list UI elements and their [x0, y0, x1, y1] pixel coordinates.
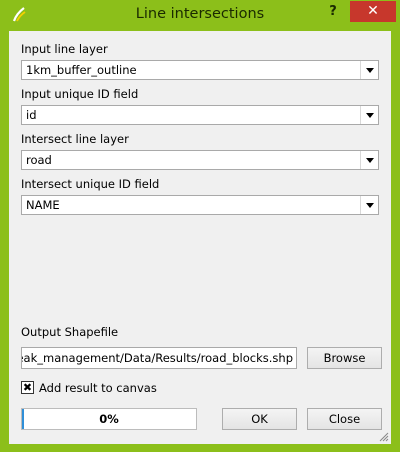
close-button[interactable]: Close	[307, 408, 382, 430]
input-unique-id-value: id	[26, 108, 37, 122]
output-path-value: e_outbreak_management/Data/Results/road_…	[22, 351, 293, 365]
intersect-line-layer-label: Intersect line layer	[21, 132, 129, 146]
intersect-unique-id-combo[interactable]: NAME	[21, 195, 379, 215]
chevron-down-icon[interactable]	[360, 151, 378, 169]
output-shapefile-label: Output Shapefile	[21, 325, 119, 339]
title-bar[interactable]: Line intersections ? ✕	[0, 0, 400, 31]
chevron-down-icon[interactable]	[360, 196, 378, 214]
input-unique-id-label: Input unique ID field	[21, 87, 139, 101]
input-line-layer-label: Input line layer	[21, 42, 108, 56]
chevron-down-icon[interactable]	[360, 61, 378, 79]
dialog-body: Input line layer 1km_buffer_outline Inpu…	[9, 31, 391, 444]
intersect-unique-id-label: Intersect unique ID field	[21, 177, 160, 191]
add-to-canvas-label: Add result to canvas	[39, 381, 157, 395]
input-line-layer-combo[interactable]: 1km_buffer_outline	[21, 60, 379, 80]
dialog-window: Line intersections ? ✕ Input line layer …	[0, 0, 400, 452]
input-unique-id-combo[interactable]: id	[21, 105, 379, 125]
intersect-line-layer-value: road	[26, 153, 52, 167]
help-button[interactable]: ?	[322, 2, 344, 22]
progress-text: 0%	[99, 412, 119, 426]
resize-grip-icon[interactable]	[379, 432, 389, 442]
input-line-layer-value: 1km_buffer_outline	[26, 63, 137, 77]
window-close-button[interactable]: ✕	[350, 1, 396, 22]
progress-bar: 0%	[21, 408, 197, 430]
add-to-canvas-checkbox[interactable]: ✖	[21, 381, 34, 394]
browse-button[interactable]: Browse	[307, 347, 382, 369]
output-path-input[interactable]: e_outbreak_management/Data/Results/road_…	[21, 347, 297, 369]
ok-button[interactable]: OK	[222, 408, 297, 430]
intersect-unique-id-value: NAME	[26, 198, 60, 212]
intersect-line-layer-combo[interactable]: road	[21, 150, 379, 170]
chevron-down-icon[interactable]	[360, 106, 378, 124]
